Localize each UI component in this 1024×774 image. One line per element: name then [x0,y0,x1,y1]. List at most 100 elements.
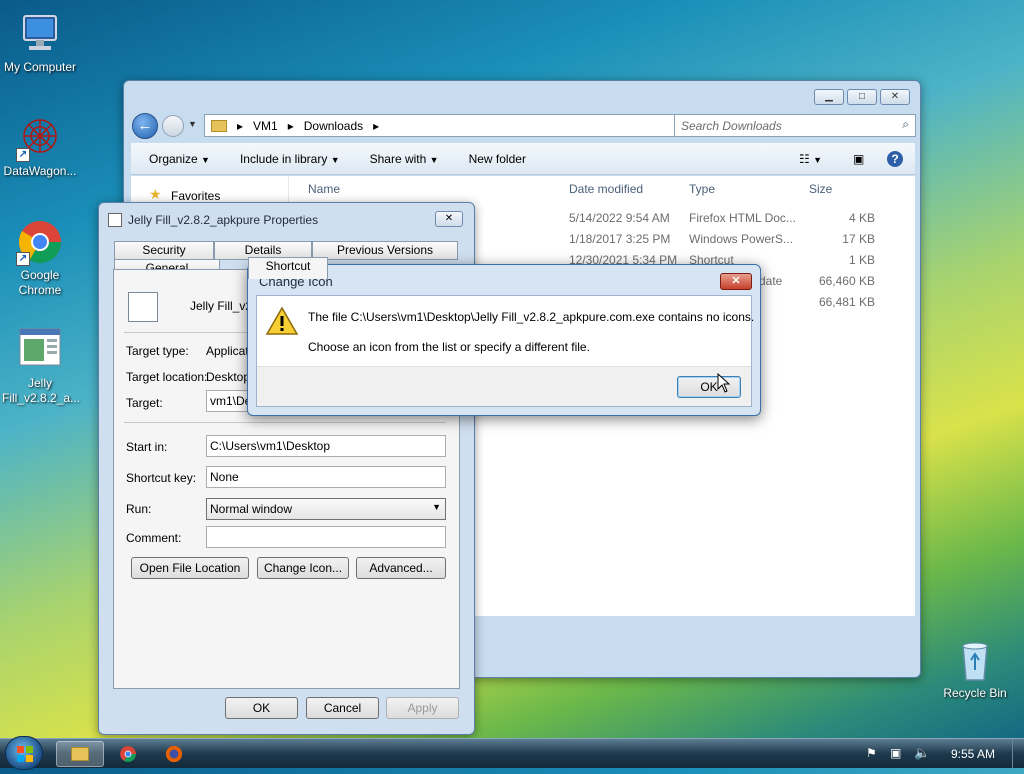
open-file-location-button[interactable]: Open File Location [131,557,249,579]
divider [124,422,446,423]
start-button[interactable] [5,736,43,770]
action-center-flag-icon[interactable]: ⚑ [866,746,877,760]
row-size: 4 KB [848,211,875,225]
breadcrumb-vm1[interactable]: VM1 [253,119,278,133]
desktop-icon-label: My Computer [3,60,77,74]
message-content: The file C:\Users\vm1\Desktop\Jelly Fill… [256,295,755,407]
row-type: Windows PowerS... [689,232,794,246]
row-type: Firefox HTML Doc... [689,211,796,225]
row-size: 17 KB [842,232,875,246]
run-selected-value: Normal window [210,502,293,516]
network-icon[interactable]: ▣ [890,746,901,760]
change-icon-dialog: Change Icon ✕ The file C:\Users\vm1\Desk… [247,264,761,416]
message-footer: OK [257,366,751,406]
message-line-1: The file C:\Users\vm1\Desktop\Jelly Fill… [308,310,755,324]
forward-button[interactable] [162,115,184,137]
column-header-size[interactable]: Size [809,182,832,196]
tab-security[interactable]: Security [114,241,214,260]
include-in-library-button[interactable]: Include in library ▼ [240,152,340,166]
column-header-type[interactable]: Type [689,182,715,196]
tab-previous-versions[interactable]: Previous Versions [312,241,458,260]
desktop-icon-recycle-bin[interactable]: Recycle Bin [935,636,1015,701]
file-name: Jelly Fill_v2. [190,299,256,313]
desktop-icon-datawagon[interactable]: ↗ DataWagon... [0,114,80,179]
search-icon[interactable]: ⌕ [902,117,909,132]
message-line-2: Choose an icon from the list or specify … [308,340,590,354]
organize-button[interactable]: Organize ▼ [149,152,210,166]
share-with-button[interactable]: Share with ▼ [370,152,439,166]
start-in-label: Start in: [126,440,168,454]
mouse-cursor-icon [717,373,731,393]
breadcrumb-separator-icon: ▸ [287,118,294,133]
desktop-icon-label: Recycle Bin [943,686,1007,700]
window-controls: ▁ □ ✕ [814,89,910,105]
row-size: 1 KB [848,253,875,267]
volume-icon[interactable]: 🔈 [914,745,930,761]
breadcrumb-separator-icon: ▸ [237,118,244,133]
minimize-button[interactable]: ▁ [814,89,844,105]
nav-favorites[interactable]: Favorites [171,189,220,203]
advanced-button[interactable]: Advanced... [356,557,446,579]
target-type-label: Target type: [126,344,189,358]
folder-icon [211,119,227,132]
run-label: Run: [126,502,152,516]
start-in-field[interactable]: C:\Users\vm1\Desktop [206,435,446,457]
close-button[interactable]: ✕ [720,273,752,290]
recycle-bin-icon [951,636,999,684]
breadcrumb-separator-icon: ▸ [373,118,380,133]
desktop-icon-jelly-fill[interactable]: Jelly Fill_v2.8.2_a... [0,326,80,406]
tab-shortcut[interactable]: Shortcut [248,257,328,279]
new-folder-button[interactable]: New folder [469,152,526,166]
ok-button[interactable]: OK [677,376,741,398]
dialog-title: Jelly Fill_v2.8.2_apkpure Properties [128,213,319,227]
close-button[interactable]: ✕ [435,211,463,227]
search-input[interactable]: Search Downloads ⌕ [674,114,916,137]
cancel-button[interactable]: Cancel [306,697,379,719]
target-label: Target: [126,396,163,410]
taskbar: ⚑ ▣ 🔈 9:55 AM [0,736,1024,770]
taskbar-firefox-button[interactable] [150,741,198,767]
shortcut-icon [108,213,122,227]
desktop-icon-google-chrome[interactable]: ↗ Google Chrome [0,218,80,298]
show-desktop-button[interactable] [1012,739,1024,769]
shortcut-key-field[interactable]: None [206,466,446,488]
back-button[interactable]: ← [132,113,158,139]
taskbar-chrome-button[interactable] [104,741,152,767]
comment-label: Comment: [126,531,182,545]
row-size: 66,460 KB [818,274,875,288]
shortcut-key-label: Shortcut key: [126,471,197,485]
target-location-label: Target location: [126,370,208,384]
chevron-down-icon: ▼ [432,502,441,512]
ok-button[interactable]: OK [225,697,298,719]
folder-icon [71,747,89,761]
close-button[interactable]: ✕ [880,89,910,105]
row-date: 1/18/2017 3:25 PM [569,232,671,246]
shortcut-arrow-icon: ↗ [16,252,30,266]
view-options-icon[interactable]: ☷ ▼ [799,152,822,166]
comment-field[interactable] [206,526,446,548]
maximize-button[interactable]: □ [847,89,877,105]
target-location-value: Desktop [206,370,251,384]
target-type-value: Applicati [206,344,252,358]
preview-pane-icon[interactable]: ▣ [853,152,864,166]
system-clock[interactable]: 9:55 AM [951,747,995,761]
datawagon-icon: ↗ [16,114,64,162]
taskbar-explorer-button[interactable] [56,741,104,767]
search-placeholder: Search Downloads [681,119,782,133]
recent-pages-chevron-icon[interactable]: ▼ [188,119,197,129]
computer-icon [16,10,64,58]
row-size: 66,481 KB [818,295,875,309]
favorites-star-icon: ★ [149,186,162,202]
column-header-date[interactable]: Date modified [569,182,643,196]
breadcrumb-downloads[interactable]: Downloads [304,119,363,133]
desktop-icon-label: DataWagon... [3,164,77,178]
column-header-name[interactable]: Name [308,182,340,196]
desktop-icon-my-computer[interactable]: My Computer [0,10,80,75]
file-icon [128,292,158,322]
row-type: date [759,274,783,288]
run-select[interactable]: Normal window ▼ [206,498,446,520]
help-icon[interactable]: ? [887,150,903,167]
chrome-icon: ↗ [16,218,64,266]
change-icon-button[interactable]: Change Icon... [257,557,349,579]
apply-button: Apply [386,697,459,719]
